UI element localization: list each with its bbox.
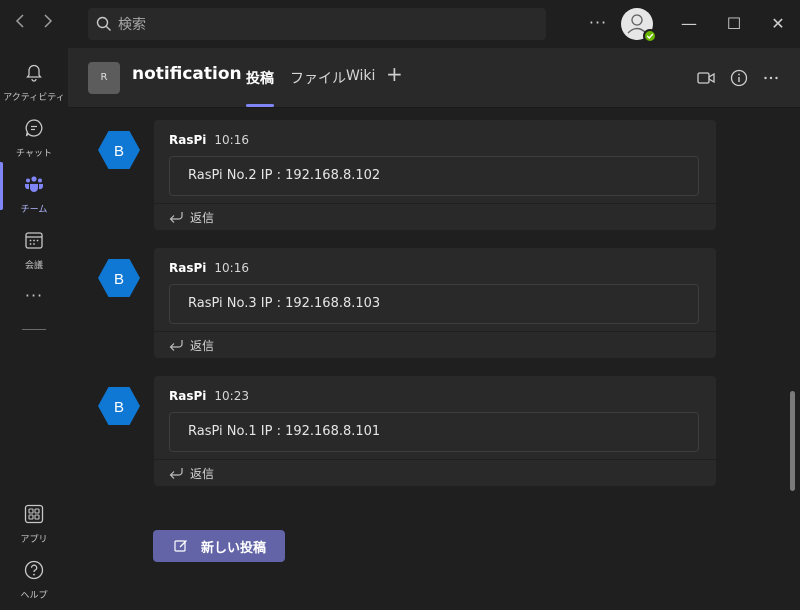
more-options-button[interactable]: ··· <box>588 12 608 36</box>
info-icon[interactable] <box>729 68 749 88</box>
reply-label: 返信 <box>190 467 215 481</box>
calendar-icon <box>25 232 43 249</box>
message-author[interactable]: RasPi <box>169 389 206 403</box>
feed-scrollbar[interactable] <box>790 391 795 491</box>
message-item: RasPi 10:16 RasPi No.3 IP : 192.168.8.103… <box>154 248 716 358</box>
rail-label: ヘルプ <box>20 591 48 601</box>
avatar-letter: B <box>114 143 124 160</box>
forward-arrow-icon[interactable] <box>38 12 58 36</box>
new-post-label: 新しい投稿 <box>201 541 267 556</box>
tab-wiki[interactable]: Wiki <box>346 68 375 84</box>
reply-label: 返信 <box>190 339 215 353</box>
help-icon <box>24 560 44 580</box>
rail-label: チャット <box>16 149 52 159</box>
title-bar: 検索 ··· — ☐ ✕ <box>0 0 800 48</box>
message-item: RasPi 10:16 RasPi No.2 IP : 192.168.8.102… <box>154 120 716 230</box>
search-icon <box>96 16 111 31</box>
card-text: RasPi No.3 IP : 192.168.8.103 <box>188 296 381 311</box>
avatar-letter: B <box>114 271 124 288</box>
apps-icon <box>24 504 44 524</box>
bot-avatar[interactable]: B <box>98 258 140 298</box>
rail-more-button[interactable]: ··· <box>0 286 68 305</box>
message-card: RasPi No.2 IP : 192.168.8.102 <box>169 156 699 196</box>
chat-icon <box>25 119 43 137</box>
message-item: RasPi 10:23 RasPi No.1 IP : 192.168.8.101… <box>154 376 716 486</box>
reply-button[interactable]: 返信 <box>154 459 716 485</box>
teams-icon <box>24 176 44 192</box>
add-tab-button[interactable]: + <box>386 62 403 86</box>
rail-item-activity[interactable]: アクティビティ <box>0 56 68 112</box>
app-rail: アクティビティ チャット チーム 会議 ··· アプリ ヘルプ <box>0 48 68 601</box>
reply-button[interactable]: 返信 <box>154 203 716 229</box>
tab-files[interactable]: ファイル <box>290 68 346 88</box>
rail-item-help[interactable]: ヘルプ <box>0 554 68 610</box>
status-available-badge <box>643 29 657 43</box>
message-author[interactable]: RasPi <box>169 261 206 275</box>
message-author[interactable]: RasPi <box>169 133 206 147</box>
tab-posts[interactable]: 投稿 <box>246 68 274 88</box>
message-time: 10:23 <box>214 389 249 403</box>
rail-item-teams[interactable]: チーム <box>0 168 68 224</box>
message-card: RasPi No.3 IP : 192.168.8.103 <box>169 284 699 324</box>
reply-arrow-icon <box>169 468 183 479</box>
rail-label: チーム <box>20 205 48 215</box>
reply-button[interactable]: 返信 <box>154 331 716 357</box>
bot-avatar[interactable]: B <box>98 386 140 426</box>
message-feed: B RasPi 10:16 RasPi No.2 IP : 192.168.8.1… <box>68 109 800 600</box>
card-text: RasPi No.1 IP : 192.168.8.101 <box>188 424 381 439</box>
reply-label: 返信 <box>190 211 215 225</box>
bell-icon <box>26 64 42 82</box>
reply-arrow-icon <box>169 212 183 223</box>
team-avatar[interactable]: R <box>88 62 120 94</box>
close-button[interactable]: ✕ <box>766 12 790 36</box>
search-input[interactable]: 検索 <box>88 8 546 40</box>
bot-avatar[interactable]: B <box>98 130 140 170</box>
channel-header: R notification 投稿 ファイル Wiki + <box>68 48 800 108</box>
reply-arrow-icon <box>169 340 183 351</box>
message-header: RasPi 10:16 <box>169 261 249 275</box>
message-header: RasPi 10:16 <box>169 133 249 147</box>
back-arrow-icon[interactable] <box>10 12 30 36</box>
rail-divider <box>22 329 46 330</box>
check-icon <box>646 33 654 40</box>
rail-item-calendar[interactable]: 会議 <box>0 224 68 280</box>
video-camera-icon[interactable] <box>696 68 716 88</box>
minimize-button[interactable]: — <box>677 12 701 36</box>
new-post-button[interactable]: 新しい投稿 <box>153 530 285 562</box>
rail-item-apps[interactable]: アプリ <box>0 498 68 554</box>
message-card: RasPi No.1 IP : 192.168.8.101 <box>169 412 699 452</box>
maximize-button[interactable]: ☐ <box>722 12 746 36</box>
message-header: RasPi 10:23 <box>169 389 249 403</box>
search-placeholder: 検索 <box>118 17 146 33</box>
active-tab-indicator <box>246 104 274 107</box>
compose-icon <box>174 540 187 552</box>
card-text: RasPi No.2 IP : 192.168.8.102 <box>188 168 381 183</box>
rail-label: アプリ <box>20 535 48 545</box>
avatar-letter: B <box>114 399 124 416</box>
rail-label: アクティビティ <box>3 93 65 103</box>
rail-item-chat[interactable]: チャット <box>0 112 68 168</box>
rail-label: 会議 <box>24 261 43 271</box>
channel-title: notification <box>132 64 242 84</box>
message-time: 10:16 <box>214 133 249 147</box>
message-time: 10:16 <box>214 261 249 275</box>
more-icon[interactable] <box>761 68 781 88</box>
user-avatar[interactable] <box>621 8 657 43</box>
